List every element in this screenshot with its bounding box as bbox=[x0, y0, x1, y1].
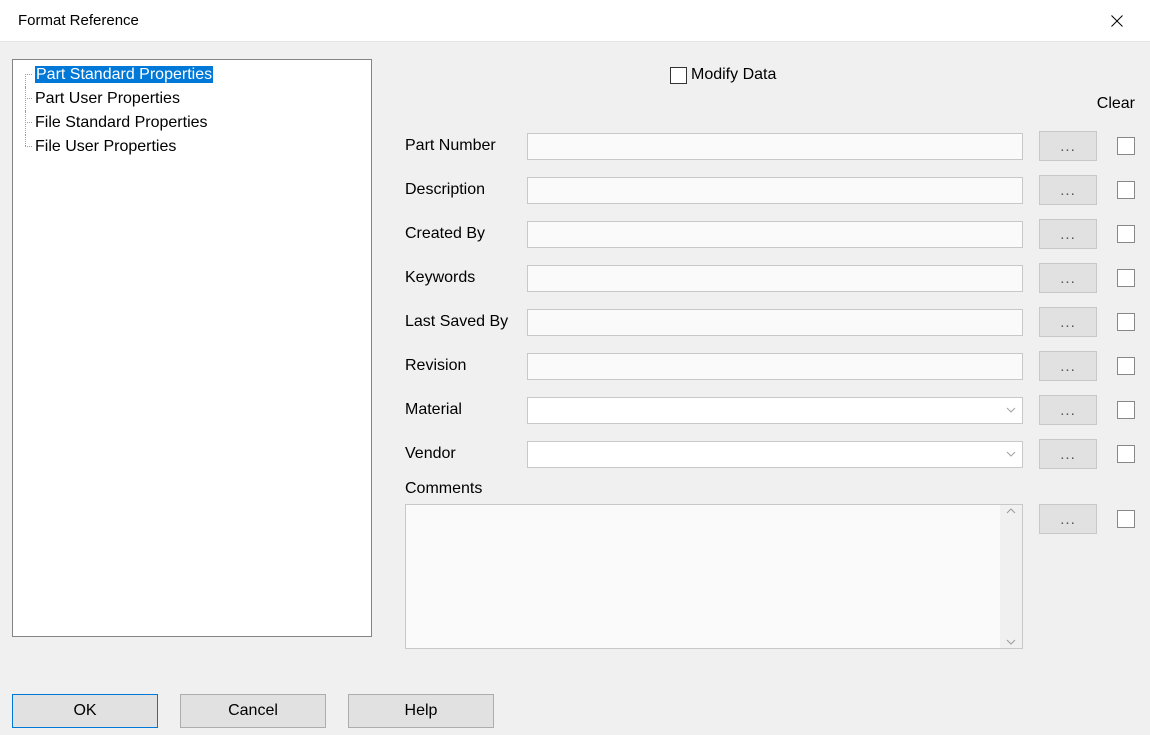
browse-button[interactable]: ... bbox=[1039, 175, 1097, 205]
revision-input[interactable] bbox=[527, 353, 1023, 380]
tree-item-label: File User Properties bbox=[35, 138, 176, 155]
vendor-combo[interactable] bbox=[527, 441, 1023, 468]
last-saved-by-input[interactable] bbox=[527, 309, 1023, 336]
created-by-input[interactable] bbox=[527, 221, 1023, 248]
field-label: Material bbox=[405, 401, 527, 419]
field-row: Part Number ... bbox=[405, 124, 1135, 168]
modify-data-checkbox[interactable] bbox=[670, 67, 687, 84]
field-row: Material ... bbox=[405, 388, 1135, 432]
field-label: Revision bbox=[405, 357, 527, 375]
comments-textarea[interactable] bbox=[406, 505, 1000, 648]
close-icon bbox=[1111, 15, 1123, 27]
window-title: Format Reference bbox=[18, 12, 139, 29]
chevron-down-icon bbox=[1006, 451, 1016, 457]
clear-checkbox[interactable] bbox=[1117, 357, 1135, 375]
clear-header: Clear bbox=[1097, 95, 1135, 113]
comments-label: Comments bbox=[405, 480, 1135, 498]
field-row: Description ... bbox=[405, 168, 1135, 212]
browse-button[interactable]: ... bbox=[1039, 131, 1097, 161]
chevron-down-icon bbox=[1006, 407, 1016, 413]
tree-panel: Part Standard Properties Part User Prope… bbox=[12, 59, 372, 637]
material-combo[interactable] bbox=[527, 397, 1023, 424]
ok-button[interactable]: OK bbox=[12, 694, 158, 728]
field-row: Vendor ... bbox=[405, 432, 1135, 476]
browse-button[interactable]: ... bbox=[1039, 351, 1097, 381]
tree-item-part-user[interactable]: Part User Properties bbox=[15, 87, 369, 111]
field-row: Keywords ... bbox=[405, 256, 1135, 300]
titlebar: Format Reference bbox=[0, 0, 1150, 42]
field-label: Last Saved By bbox=[405, 313, 527, 331]
tree-item-label: File Standard Properties bbox=[35, 114, 208, 131]
clear-checkbox[interactable] bbox=[1117, 313, 1135, 331]
tree-item-part-standard[interactable]: Part Standard Properties bbox=[15, 63, 369, 87]
field-label: Part Number bbox=[405, 137, 527, 155]
field-row: Last Saved By ... bbox=[405, 300, 1135, 344]
part-number-input[interactable] bbox=[527, 133, 1023, 160]
modify-data-row: Modify Data bbox=[670, 66, 776, 84]
tree-item-file-standard[interactable]: File Standard Properties bbox=[15, 111, 369, 135]
field-label: Vendor bbox=[405, 445, 527, 463]
field-label: Created By bbox=[405, 225, 527, 243]
chevron-up-icon bbox=[1006, 508, 1016, 514]
modify-data-label: Modify Data bbox=[691, 66, 776, 84]
clear-checkbox[interactable] bbox=[1117, 225, 1135, 243]
description-input[interactable] bbox=[527, 177, 1023, 204]
tree-item-label: Part Standard Properties bbox=[35, 66, 213, 83]
chevron-down-icon bbox=[1006, 639, 1016, 645]
field-row: Revision ... bbox=[405, 344, 1135, 388]
clear-checkbox[interactable] bbox=[1117, 181, 1135, 199]
field-label: Keywords bbox=[405, 269, 527, 287]
clear-checkbox[interactable] bbox=[1117, 445, 1135, 463]
browse-button[interactable]: ... bbox=[1039, 504, 1097, 534]
tree-item-file-user[interactable]: File User Properties bbox=[15, 135, 369, 159]
client-area: Part Standard Properties Part User Prope… bbox=[0, 42, 1150, 735]
clear-checkbox[interactable] bbox=[1117, 269, 1135, 287]
tree-item-label: Part User Properties bbox=[35, 90, 180, 107]
comments-box bbox=[405, 504, 1023, 649]
browse-button[interactable]: ... bbox=[1039, 307, 1097, 337]
field-label: Description bbox=[405, 181, 527, 199]
cancel-button[interactable]: Cancel bbox=[180, 694, 326, 728]
help-button[interactable]: Help bbox=[348, 694, 494, 728]
browse-button[interactable]: ... bbox=[1039, 219, 1097, 249]
browse-button[interactable]: ... bbox=[1039, 395, 1097, 425]
dialog-buttons: OK Cancel Help bbox=[12, 694, 494, 728]
comments-scrollbar[interactable] bbox=[1000, 505, 1022, 648]
comments-row: ... bbox=[405, 504, 1135, 649]
fields-area: Part Number ... Description ... Created … bbox=[405, 124, 1135, 649]
clear-checkbox[interactable] bbox=[1117, 401, 1135, 419]
keywords-input[interactable] bbox=[527, 265, 1023, 292]
close-button[interactable] bbox=[1098, 6, 1136, 36]
clear-checkbox[interactable] bbox=[1117, 137, 1135, 155]
clear-checkbox[interactable] bbox=[1117, 510, 1135, 528]
field-row: Created By ... bbox=[405, 212, 1135, 256]
browse-button[interactable]: ... bbox=[1039, 439, 1097, 469]
browse-button[interactable]: ... bbox=[1039, 263, 1097, 293]
